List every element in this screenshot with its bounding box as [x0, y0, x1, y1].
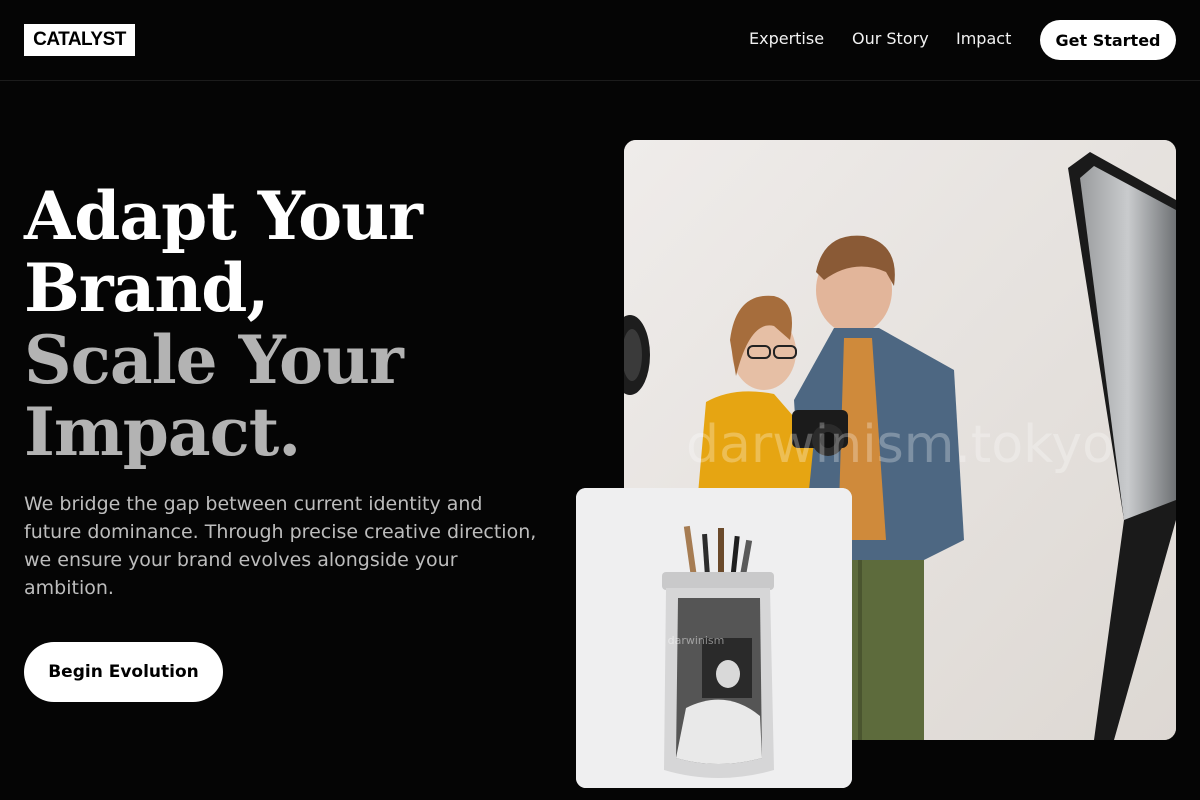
secondary-photo-brushes: darwinism [576, 488, 852, 788]
nav-link-our-story[interactable]: Our Story [852, 29, 929, 48]
hero-description: We bridge the gap between current identi… [24, 493, 537, 599]
nav-link-expertise[interactable]: Expertise [749, 29, 824, 48]
main-photo-watermark: darwinism.tokyo [686, 415, 1114, 475]
headline-line-2: Brand, [24, 249, 269, 327]
headline-line-4: Impact. [24, 393, 301, 471]
hero-headline: Adapt Your Brand, Scale Your Impact. [24, 177, 423, 471]
get-started-button[interactable]: Get Started [1040, 20, 1176, 60]
brush-jar-illustration: darwinism [576, 488, 852, 788]
catalyst-logo[interactable]: CATALYST [24, 24, 135, 56]
begin-evolution-button[interactable]: Begin Evolution [24, 642, 223, 702]
top-navbar: CATALYST Expertise Our Story Impact Get … [0, 0, 1200, 81]
headline-line-3: Scale Your [24, 321, 404, 399]
headline-line-1: Adapt Your [24, 177, 423, 255]
nav-link-impact[interactable]: Impact [956, 29, 1011, 48]
small-photo-watermark: darwinism [668, 634, 725, 647]
